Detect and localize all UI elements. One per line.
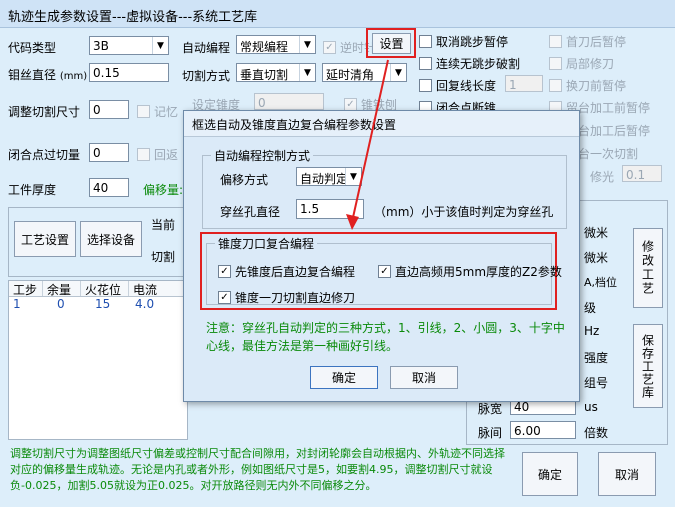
red-arrow-icon [346,59,389,230]
